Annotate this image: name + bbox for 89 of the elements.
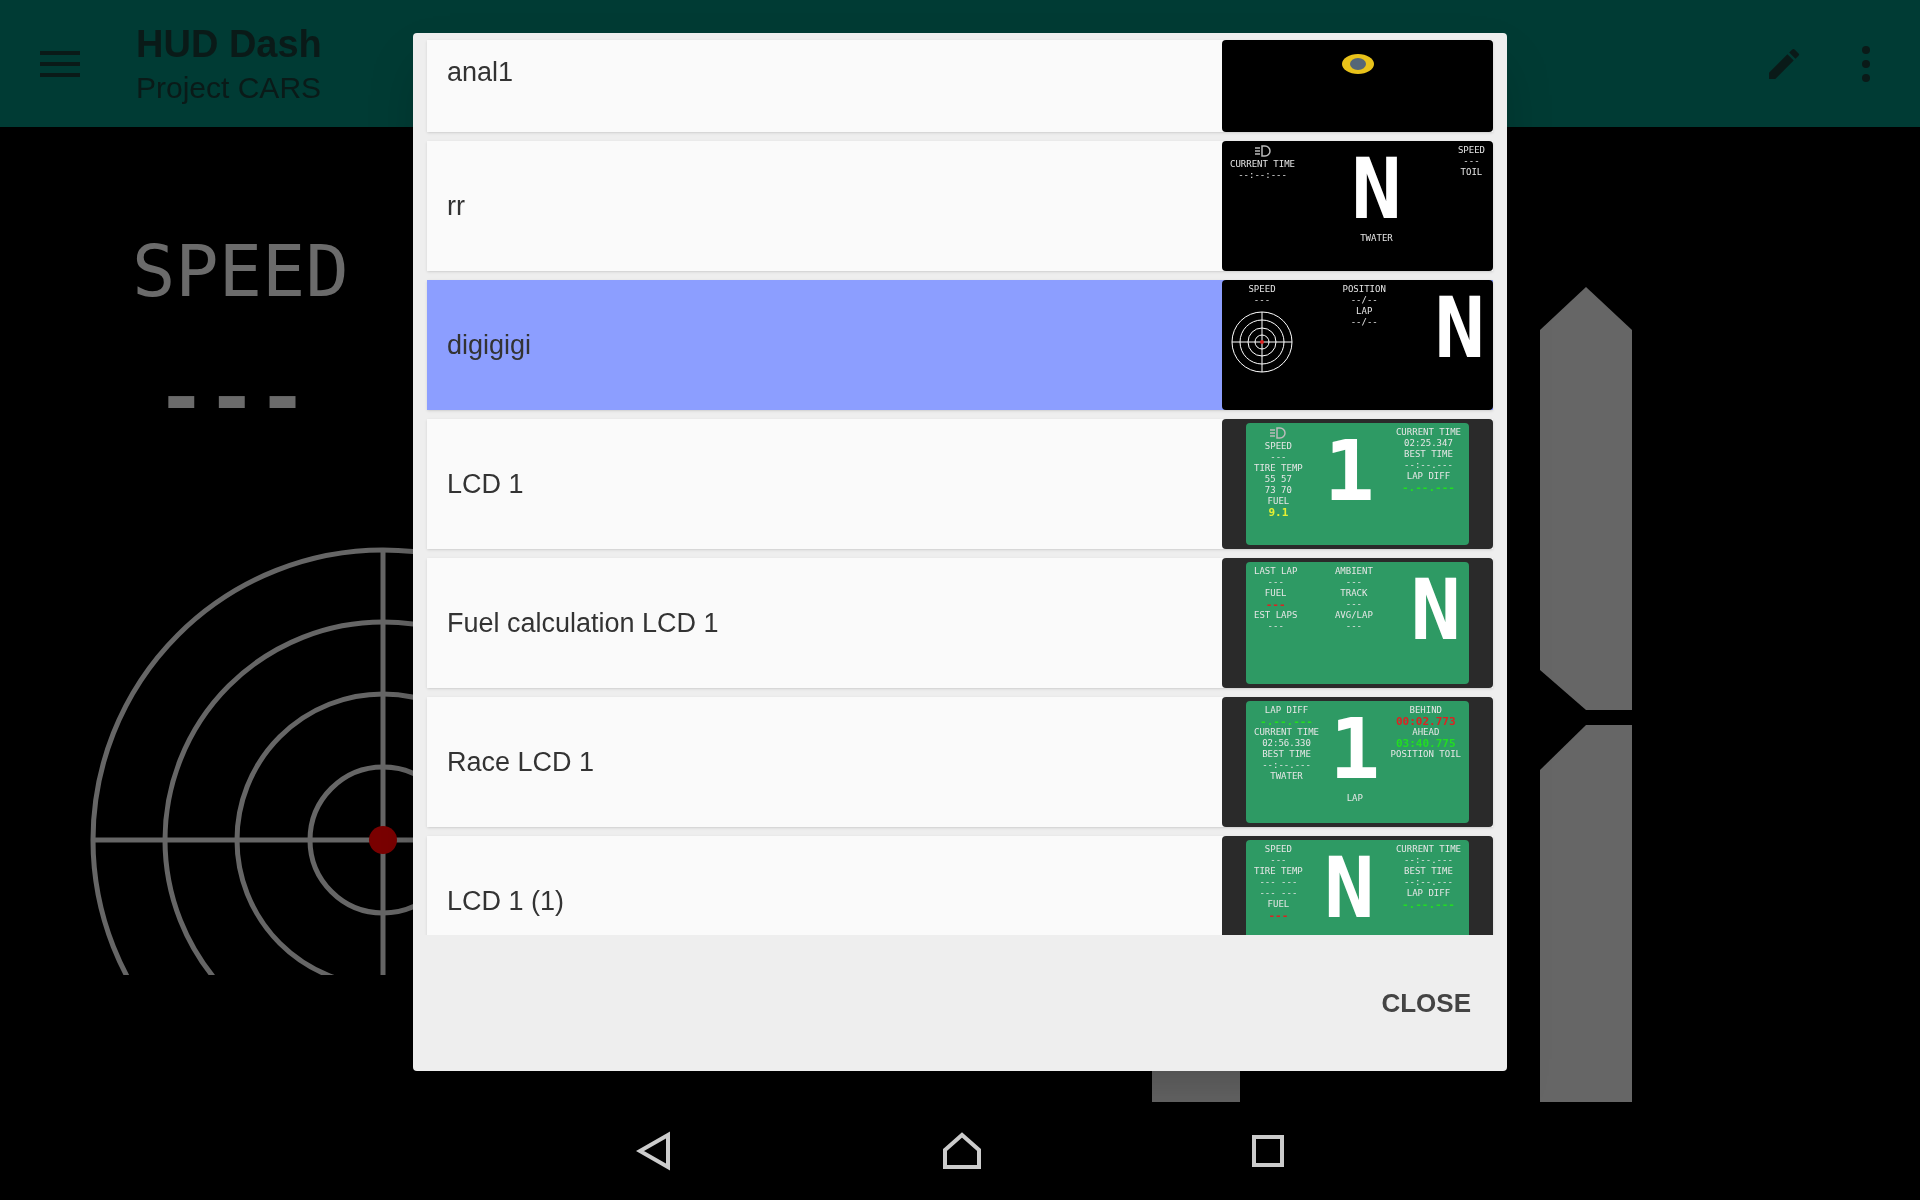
preview-text: TIRE TEMP [1254,866,1303,877]
preview-text: 03:40.775 [1395,738,1456,749]
preview-text: --:--.--- [1404,855,1453,866]
preview-text: SPEED [1248,284,1276,295]
preview-text: FUEL [1267,496,1290,507]
preview-text: LAST LAP [1254,566,1298,577]
preview-text: -.--.--- [1401,899,1455,910]
back-icon[interactable] [636,1131,672,1171]
preview-text: --- [1253,295,1271,306]
gear-indicator: N [1410,566,1461,654]
preview-text: BEST TIME [1404,866,1453,877]
preview-text: -.--.--- [1260,716,1313,727]
preview-text: LAP DIFF [1264,705,1309,716]
layout-name: Race LCD 1 [447,745,595,779]
preview-text: POSITION [1342,284,1386,295]
layout-list-item[interactable]: Fuel calculation LCD 1 LAST LAP --- FUEL --- EST LAPS --- AMBIENT --- TRACK --- AVG/LAP --- N [427,558,1493,688]
preview-text: AMBIENT [1334,566,1373,577]
layout-name: digigigi [447,328,532,362]
layout-list-item[interactable]: LCD 1 SPEED --- TIRE TEMP 55 57 73 70 FUEL 9.1 1 CURRENT TIME 02:25.347 BEST TIME --:--.--- LAP DIFF -.--.--- [427,419,1493,549]
gear-indicator: 1 [1329,705,1381,793]
preview-text: -.--.--- [1401,482,1455,493]
preview-text: --- [1345,621,1362,632]
preview-text: --- [1463,156,1480,167]
preview-text: FUEL [1267,899,1290,910]
preview-text: TWATER [1360,233,1393,244]
preview-text: --:--.--- [1262,760,1311,771]
preview-text: TIRE TEMP [1254,463,1303,474]
layout-name: LCD 1 [447,467,524,501]
layout-name: LCD 1 (1) [447,884,565,918]
preview-text: CURRENT TIME [1230,159,1296,170]
layout-name: rr [447,189,465,223]
preview-text: LAP DIFF [1406,888,1451,899]
preview-text: --- [1345,599,1362,610]
layout-list-item[interactable]: digigigi SPEED --- POSITION --/-- LAP --/-- N [427,280,1493,410]
gear-indicator: N [1351,145,1402,233]
preview-text: --- [1267,621,1284,632]
preview-text: 02:56.330 [1262,738,1311,749]
gear-indicator: N [1324,844,1375,932]
preview-text: EST LAPS [1254,610,1298,621]
layout-list-item[interactable]: LCD 1 (1) SPEED --- TIRE TEMP --- --- --- --- FUEL --- N CURRENT TIME --:--.--- BEST TIME --:--.--- LAP DIFF -.--.--- [427,836,1493,935]
preview-text: SPEED [1264,844,1292,855]
preview-text: LAP [1356,306,1373,317]
layout-name: Fuel calculation LCD 1 [447,606,719,640]
preview-text: BEST TIME [1404,449,1453,460]
preview-text: POSITION TOIL [1390,749,1461,760]
preview-text: BEST TIME [1262,749,1311,760]
layout-list-item[interactable]: rr CURRENT TIME --:--:--- NTWATER SPEED --- TOIL [427,141,1493,271]
speed-value: --- [155,355,308,439]
preview-text: 00:02.773 [1395,716,1456,727]
preview-text: --- [1265,599,1286,610]
logo-icon [1339,52,1376,76]
close-button[interactable]: CLOSE [1373,975,1479,1031]
preview-text: CURRENT TIME [1254,727,1320,738]
preview-text: --- [1267,577,1284,588]
preview-text: --:--:--- [1238,170,1287,181]
home-icon[interactable] [942,1132,982,1170]
preview-text: FUEL [1264,588,1287,599]
layout-list-item[interactable]: anal1 [427,40,1493,132]
preview-text: --/-- [1350,317,1378,328]
preview-text: --- [1270,452,1287,463]
preview-text: 9.1 [1268,507,1289,518]
preview-text: LAP [1346,793,1363,804]
preview-text: --:--.--- [1404,460,1453,471]
preview-text: TRACK [1340,588,1368,599]
preview-text: 55 57 [1264,474,1292,485]
recents-icon[interactable] [1252,1135,1284,1167]
preview-text: --- [1268,910,1289,921]
gear-indicator: N [1434,284,1485,372]
preview-text: SPEED [1264,441,1292,452]
preview-text: CURRENT TIME [1395,427,1461,438]
speed-label: SPEED [132,235,349,307]
preview-text: --- [1270,855,1287,866]
preview-text: AHEAD [1412,727,1440,738]
preview-text: --- [1345,577,1362,588]
preview-text: SPEED [1457,145,1485,156]
preview-text: 02:25.347 [1404,438,1453,449]
gear-indicator: 1 [1324,427,1375,515]
preview-text: AVG/LAP [1334,610,1373,621]
preview-text: --/-- [1350,295,1378,306]
preview-text: CURRENT TIME [1395,844,1461,855]
preview-text: --- --- [1259,888,1298,899]
layout-name: anal1 [447,56,514,89]
preview-text: LAP DIFF [1406,471,1451,482]
preview-text: BEHIND [1409,705,1443,716]
preview-text: --- --- [1259,877,1298,888]
preview-text: --:--.--- [1404,877,1453,888]
preview-text: 73 70 [1264,485,1292,496]
preview-text: TOIL [1460,167,1483,178]
preview-text: TWATER [1270,771,1303,782]
